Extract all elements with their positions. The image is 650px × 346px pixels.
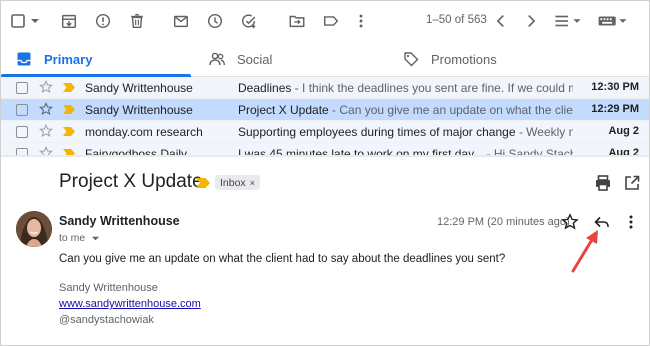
- more-vert-icon[interactable]: [622, 213, 640, 231]
- star-icon[interactable]: [39, 124, 53, 138]
- row-checkbox[interactable]: [16, 126, 28, 138]
- tag-icon: [404, 52, 419, 67]
- tab-social-label: Social: [237, 51, 273, 67]
- category-tabs: Primary Social Promotions: [1, 41, 649, 77]
- message-sender-name: Sandy Writtenhouse: [59, 214, 180, 228]
- mark-unread-icon: [173, 15, 189, 28]
- tab-promotions-label: Promotions: [431, 51, 497, 67]
- label-button[interactable]: [321, 11, 341, 31]
- important-marker-icon[interactable]: [63, 127, 75, 136]
- remove-label-icon[interactable]: ×: [250, 178, 255, 188]
- email-date: Aug 2: [608, 147, 639, 155]
- email-row[interactable]: Fairygodboss Daily I was 45 minutes late…: [1, 143, 649, 155]
- inbox-label-chip: Inbox ×: [215, 175, 260, 190]
- email-subject: I was 45 minutes late to work on my firs…: [238, 147, 484, 155]
- tab-primary[interactable]: Primary: [16, 41, 92, 77]
- email-snippet: - I think the deadlines you sent are fin…: [291, 81, 573, 95]
- inbox-icon: [17, 52, 31, 66]
- star-icon[interactable]: [39, 146, 53, 155]
- email-subject: Supporting employees during times of maj…: [238, 125, 516, 139]
- archive-button[interactable]: [59, 11, 79, 31]
- message-timestamp: 12:29 PM (20 minutes ago): [437, 216, 570, 228]
- more-button[interactable]: [351, 11, 371, 31]
- signature-link[interactable]: www.sandywrittenhouse.com: [59, 298, 201, 310]
- email-subject: Deadlines: [238, 81, 292, 95]
- archive-icon: [61, 14, 77, 29]
- input-tools-toggle[interactable]: [595, 11, 631, 31]
- add-task-button[interactable]: [239, 11, 259, 31]
- email-date: Aug 2: [608, 125, 639, 137]
- email-subject-line: Deadlines - I think the deadlines you se…: [238, 81, 573, 95]
- email-subject-line: Project X Update - Can you give me an up…: [238, 103, 573, 117]
- recipient-label: to me: [59, 232, 86, 244]
- move-to-icon: [289, 15, 305, 28]
- email-subject: Project X Update: [238, 103, 329, 117]
- email-sender: Sandy Writtenhouse: [85, 103, 193, 117]
- email-row[interactable]: Sandy Writtenhouse Deadlines - I think t…: [1, 77, 649, 99]
- email-snippet: - Can you give me an update on what the …: [328, 103, 573, 117]
- inbox-label-text: Inbox: [220, 176, 246, 189]
- split-pane-toggle[interactable]: [551, 11, 585, 31]
- email-subject-line: Supporting employees during times of maj…: [238, 125, 573, 139]
- signature-name: Sandy Writtenhouse: [59, 282, 158, 294]
- important-marker-icon[interactable]: [196, 178, 210, 188]
- label-icon: [323, 16, 339, 26]
- message-body: Can you give me an update on what the cl…: [59, 253, 506, 265]
- add-task-icon: [242, 14, 256, 29]
- checkbox-icon: [11, 14, 39, 28]
- chevron-right-icon: [528, 15, 536, 27]
- important-marker-icon[interactable]: [63, 105, 75, 114]
- sender-photo: [16, 211, 52, 247]
- signature-handle: @sandystachowiak: [59, 314, 154, 326]
- snooze-button[interactable]: [205, 11, 225, 31]
- gmail-window: 1–50 of 563 Primary Social Promotions Sa…: [0, 0, 650, 346]
- tab-primary-label: Primary: [44, 51, 93, 67]
- print-icon[interactable]: [594, 174, 612, 192]
- important-marker-icon[interactable]: [63, 83, 75, 92]
- message-subject: Project X Update: [59, 171, 203, 192]
- email-date: 12:30 PM: [591, 81, 639, 93]
- email-date: 12:29 PM: [591, 103, 639, 115]
- move-to-button[interactable]: [287, 11, 307, 31]
- people-icon: [209, 52, 225, 66]
- avatar[interactable]: [16, 211, 52, 247]
- email-sender: Sandy Writtenhouse: [85, 81, 193, 95]
- pager-text: 1–50 of 563: [426, 14, 487, 26]
- snooze-icon: [207, 13, 223, 29]
- email-list: Sandy Writtenhouse Deadlines - I think t…: [1, 77, 649, 155]
- split-pane-icon: [555, 15, 581, 27]
- select-all-checkbox[interactable]: [9, 11, 43, 31]
- email-row[interactable]: monday.com research Supporting employees…: [1, 121, 649, 143]
- caret-down-icon: [92, 236, 100, 241]
- older-button[interactable]: [521, 11, 541, 31]
- more-vert-icon: [359, 14, 363, 28]
- report-spam-button[interactable]: [93, 11, 113, 31]
- row-checkbox[interactable]: [16, 104, 28, 116]
- email-subject-line: I was 45 minutes late to work on my firs…: [238, 147, 573, 155]
- annotation-arrow-icon: [571, 230, 598, 273]
- email-snippet: - Weekly ne...: [518, 125, 573, 139]
- row-checkbox[interactable]: [16, 82, 28, 94]
- email-row-selected[interactable]: Sandy Writtenhouse Project X Update - Ca…: [1, 99, 649, 121]
- pane-divider[interactable]: [1, 155, 649, 157]
- email-snippet: - Hi Sandy Stachowi...: [486, 147, 573, 155]
- recipient-details-toggle[interactable]: to me: [59, 232, 100, 244]
- open-new-window-icon[interactable]: [623, 174, 641, 192]
- email-sender: monday.com research: [85, 125, 203, 139]
- delete-button[interactable]: [127, 11, 147, 31]
- chevron-left-icon: [496, 15, 504, 27]
- toolbar: 1–50 of 563: [1, 1, 649, 41]
- report-spam-icon: [95, 13, 111, 29]
- keyboard-icon: [598, 16, 627, 26]
- row-checkbox[interactable]: [16, 148, 28, 155]
- tab-social[interactable]: Social: [209, 41, 272, 77]
- tab-promotions[interactable]: Promotions: [403, 41, 497, 77]
- delete-icon: [131, 13, 143, 29]
- star-icon[interactable]: [39, 102, 53, 116]
- email-sender: Fairygodboss Daily: [85, 147, 188, 155]
- star-icon[interactable]: [39, 80, 53, 94]
- mark-unread-button[interactable]: [171, 11, 191, 31]
- newer-button[interactable]: [491, 11, 511, 31]
